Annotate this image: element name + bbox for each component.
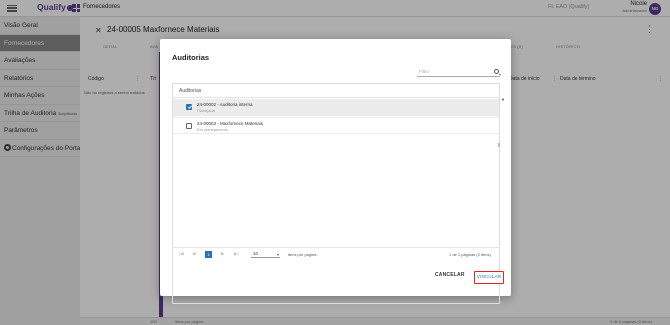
last-page-icon[interactable]: ▶| bbox=[234, 251, 239, 257]
page-size-label: itens por página bbox=[288, 252, 317, 257]
next-page-icon[interactable]: ▶ bbox=[221, 251, 224, 257]
pagination-info: 1 de 1 páginas (2 itens) bbox=[449, 252, 491, 257]
list-item[interactable]: 24-00003 - Maxfornece Materiais Em plane… bbox=[173, 117, 499, 134]
page-size-select[interactable]: 10 ▾ bbox=[251, 251, 280, 258]
panel-label: Auditorias bbox=[179, 88, 202, 94]
page-size-value: 10 bbox=[253, 251, 259, 256]
auditorias-dialog: Auditorias Filtro Auditorias ▼ 24-00002 … bbox=[160, 39, 511, 304]
checkbox[interactable] bbox=[186, 123, 192, 129]
auditorias-panel: Auditorias ▼ 24-00002 - Auditoria intern… bbox=[172, 83, 505, 304]
list-item[interactable]: 24-00002 - Auditoria interna Planejada bbox=[173, 99, 499, 116]
scroll-down-icon[interactable]: ▼ bbox=[501, 97, 505, 102]
item-title: 24-00002 - Auditoria interna bbox=[197, 102, 253, 107]
scrollbar[interactable] bbox=[498, 143, 500, 147]
item-status: Planejada bbox=[197, 108, 215, 113]
divider bbox=[173, 97, 499, 98]
dialog-pagination: |◀ ◀ 1 ▶ ▶| 10 ▾ itens por página 1 de 1 … bbox=[172, 247, 500, 259]
chevron-down-icon: ▾ bbox=[276, 252, 279, 257]
cancel-button[interactable]: CANCELAR bbox=[435, 272, 465, 278]
dialog-title: Auditorias bbox=[172, 53, 210, 62]
search-icon[interactable] bbox=[494, 69, 499, 74]
current-page[interactable]: 1 bbox=[205, 251, 212, 258]
item-title: 24-00003 - Maxfornece Materiais bbox=[197, 121, 264, 126]
checkbox-checked[interactable] bbox=[186, 104, 192, 110]
item-status: Em planejamento bbox=[197, 127, 229, 132]
previous-page-icon[interactable]: ◀ bbox=[192, 251, 195, 257]
filter-placeholder: Filtro bbox=[419, 69, 429, 74]
vincular-button[interactable]: VINCULAR bbox=[474, 271, 504, 284]
filter-input[interactable]: Filtro bbox=[417, 68, 500, 77]
first-page-icon[interactable]: |◀ bbox=[179, 251, 184, 257]
